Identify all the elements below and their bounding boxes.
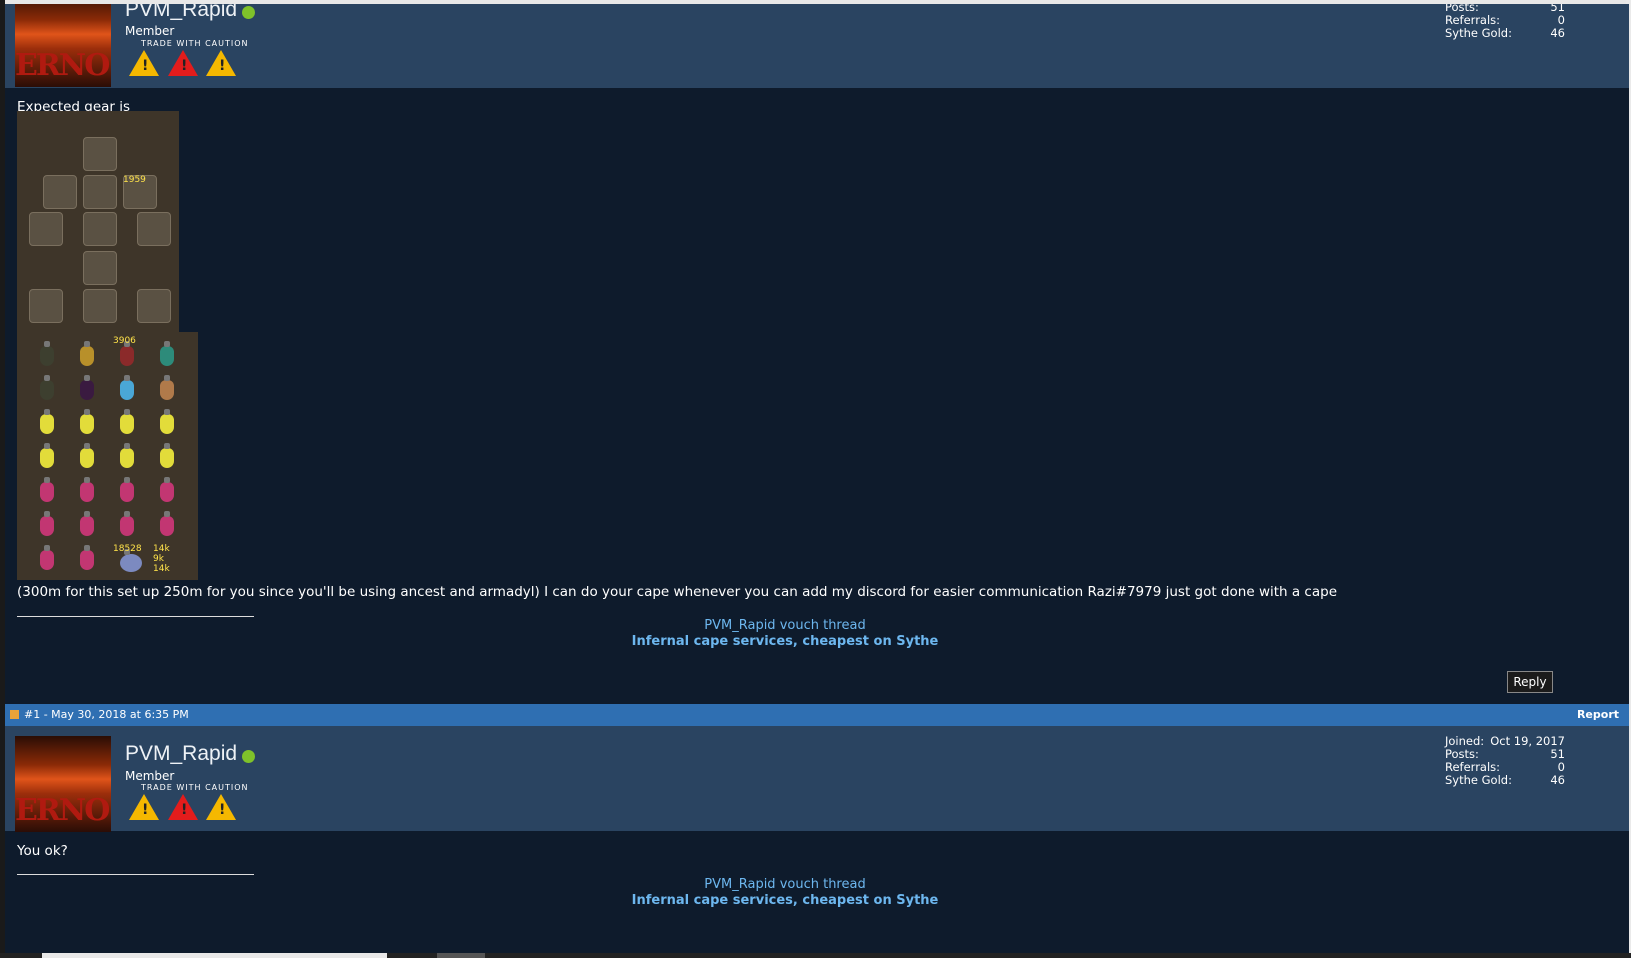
inventory-item	[80, 375, 94, 400]
scroll-segment	[437, 953, 485, 958]
rune-pouch-count: 18528	[113, 544, 142, 554]
bottom-scroll-bar[interactable]	[0, 953, 1631, 958]
signature-tagline[interactable]: Infernal cape services, cheapest on Syth…	[5, 634, 1565, 649]
user-role: Member	[125, 769, 175, 783]
potion-icon	[120, 511, 134, 536]
coins-count-1: 14k	[153, 544, 170, 554]
stat-referrals: Referrals: 0	[1445, 760, 1565, 774]
inventory-item	[40, 341, 54, 366]
body-slot	[83, 212, 117, 246]
post-icon	[10, 710, 19, 719]
equipment-image: 1959	[17, 111, 179, 333]
user-stats: Joined: Oct 19, 2017 Posts: 51 Referrals: 0…	[1445, 734, 1565, 787]
warning-icon[interactable]: !	[168, 50, 198, 76]
potion-icon	[160, 511, 174, 536]
signature-divider	[17, 874, 254, 875]
online-status-icon	[242, 6, 255, 19]
potion-icon	[160, 409, 174, 434]
stat-referrals: Referrals: 0	[1445, 13, 1565, 27]
potion-icon	[120, 375, 134, 400]
potion-icon	[40, 443, 54, 468]
potion-icon	[120, 477, 134, 502]
potion-icon	[120, 443, 134, 468]
online-status-icon	[242, 750, 255, 763]
potion-icon	[80, 477, 94, 502]
stat-posts: Posts: 51	[1445, 747, 1565, 761]
caution-icon[interactable]: !	[206, 794, 236, 820]
post-text: You ok?	[17, 843, 68, 859]
user-info-bar: ERNO PVM_Rapid Member TRADE WITH CAUTION…	[5, 4, 1629, 88]
potion-icon	[80, 443, 94, 468]
coins-count-3: 14k	[153, 564, 170, 574]
potion-icon	[40, 409, 54, 434]
post-id-date[interactable]: #1 - May 30, 2018 at 6:35 PM	[24, 708, 189, 721]
inventory-image: 3906 18528 14k 9k 14k	[17, 332, 198, 580]
inventory-item	[40, 375, 54, 400]
potion-icon	[160, 375, 174, 400]
caution-icon[interactable]: !	[129, 50, 159, 76]
gloves-slot	[29, 289, 63, 323]
potion-icon	[40, 511, 54, 536]
potion-icon	[160, 443, 174, 468]
coins-count-2: 9k	[153, 554, 164, 564]
avatar[interactable]: ERNO	[15, 4, 111, 87]
trade-warning-label: TRADE WITH CAUTION	[141, 783, 249, 792]
stat-joined: Joined: Oct 19, 2017	[1445, 734, 1565, 748]
potion-icon	[40, 477, 54, 502]
caution-icon[interactable]: !	[129, 794, 159, 820]
post-header-bar: #1 - May 30, 2018 at 6:35 PM Report	[5, 704, 1629, 726]
stat-sythe-gold: Sythe Gold: 46	[1445, 773, 1565, 787]
signature-divider	[17, 616, 254, 617]
vouch-thread-link[interactable]: PVM_Rapid vouch thread	[5, 618, 1565, 633]
user-stats: Posts: 51 Referrals: 0 Sythe Gold: 46	[1445, 4, 1565, 40]
thread-content: ERNO PVM_Rapid Member TRADE WITH CAUTION…	[5, 4, 1629, 954]
weapon-slot	[29, 212, 63, 246]
inventory-item	[120, 341, 134, 366]
potion-icon	[160, 477, 174, 502]
caution-icon[interactable]: !	[206, 50, 236, 76]
reply-button[interactable]: Reply	[1507, 671, 1553, 693]
avatar[interactable]: ERNO	[15, 736, 111, 832]
rune-pouch-icon	[120, 549, 142, 572]
stat-sythe-gold: Sythe Gold: 46	[1445, 26, 1565, 40]
ammo-count: 1959	[123, 175, 146, 185]
post-text-main: (300m for this set up 250m for you since…	[17, 584, 1338, 600]
potion-icon	[80, 545, 94, 570]
trade-warning-label: TRADE WITH CAUTION	[141, 39, 249, 48]
stat-posts: Posts: 51	[1445, 4, 1565, 14]
user-role: Member	[125, 24, 175, 38]
vouch-thread-link[interactable]: PVM_Rapid vouch thread	[5, 877, 1565, 892]
signature-tagline[interactable]: Infernal cape services, cheapest on Syth…	[5, 893, 1565, 908]
username-link[interactable]: PVM_Rapid	[125, 742, 237, 766]
potion-icon	[80, 511, 94, 536]
boots-slot	[83, 289, 117, 323]
potion-icon	[80, 409, 94, 434]
inventory-item	[160, 341, 174, 366]
helmet-slot	[83, 137, 117, 171]
scroll-thumb[interactable]	[42, 953, 387, 958]
potion-icon	[40, 545, 54, 570]
username-link[interactable]: PVM_Rapid	[125, 4, 237, 22]
cape-slot	[43, 175, 77, 209]
inventory-item	[80, 341, 94, 366]
arrow-count: 3906	[113, 336, 136, 346]
ring-slot	[137, 289, 171, 323]
amulet-slot	[83, 175, 117, 209]
legs-slot	[83, 251, 117, 285]
user-info-bar: ERNO PVM_Rapid Member TRADE WITH CAUTION…	[5, 726, 1629, 832]
warning-icon[interactable]: !	[168, 794, 198, 820]
shield-slot	[137, 212, 171, 246]
potion-icon	[120, 409, 134, 434]
report-link[interactable]: Report	[1577, 708, 1619, 721]
